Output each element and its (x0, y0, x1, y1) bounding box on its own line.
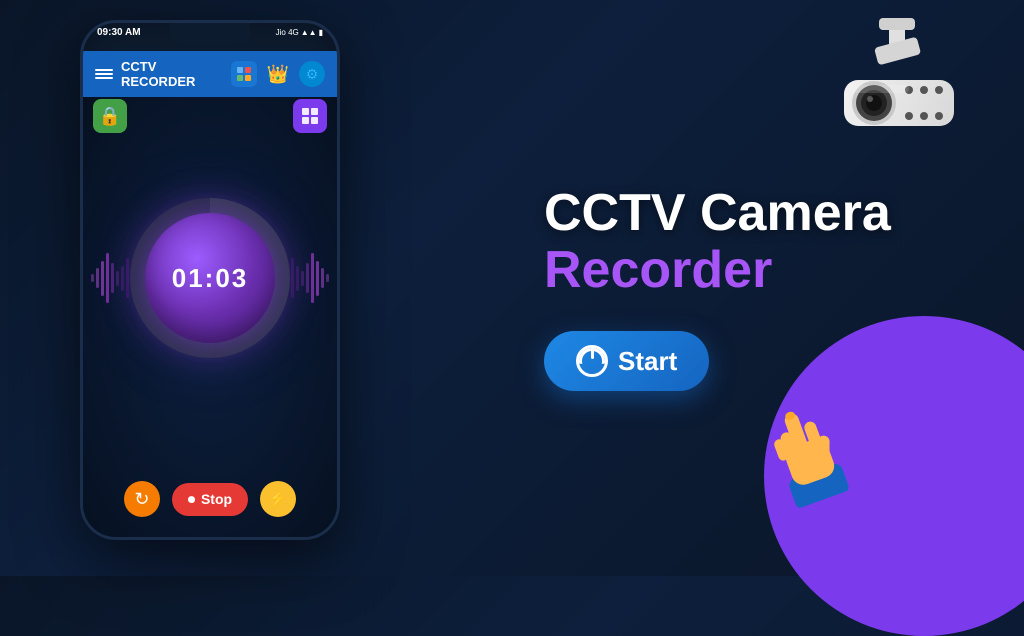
start-button[interactable]: Start (544, 331, 709, 391)
gallery-icon[interactable] (231, 61, 257, 87)
stop-button[interactable]: ⏺ Stop (172, 483, 248, 516)
signal-icon: ▲▲ (301, 28, 317, 37)
timer-display: 01:03 (172, 263, 249, 294)
battery-icon: ▮ (319, 28, 323, 37)
hamburger-menu-icon[interactable] (95, 69, 113, 79)
status-bar: 09:30 AM Jio 4G ▲▲ ▮ (83, 27, 337, 38)
record-dot-icon: ⏺ (188, 491, 195, 508)
timer-circle-inner: 01:03 (145, 213, 275, 343)
timer-circle-outer: 01:03 (130, 198, 290, 358)
settings-icon[interactable]: ⚙ (299, 61, 325, 87)
phone-toolbar: CCTV RECORDER 👑 ⚙ (83, 51, 337, 97)
refresh-button[interactable]: ↻ (124, 481, 160, 517)
toolbar-title: CCTV RECORDER (121, 59, 223, 89)
stop-label: Stop (201, 491, 232, 507)
status-icons: Jio 4G ▲▲ ▮ (276, 28, 323, 37)
start-label: Start (618, 346, 677, 377)
phone-content: 🔒 (83, 91, 337, 537)
bolt-button[interactable]: ⚡ (260, 481, 296, 517)
title-purple-text: Recorder (544, 241, 772, 299)
crown-icon[interactable]: 👑 (265, 61, 291, 87)
app-title-line1: CCTV Camera (544, 185, 964, 242)
bottom-buttons: ↻ ⏺ Stop ⚡ (124, 465, 296, 537)
power-icon (576, 345, 608, 377)
cctv-camera-image (794, 10, 994, 160)
app-title-line2: Recorder (544, 242, 964, 299)
carrier-label: Jio 4G (276, 28, 299, 37)
status-time: 09:30 AM (97, 27, 141, 38)
phone-frame: 09:30 AM Jio 4G ▲▲ ▮ CCTV RECORDER (80, 20, 340, 540)
timer-area: 01:03 (83, 91, 337, 465)
title-white-text: CCTV Camera (544, 184, 891, 242)
phone-mockup: 09:30 AM Jio 4G ▲▲ ▮ CCTV RECORDER (80, 20, 360, 560)
